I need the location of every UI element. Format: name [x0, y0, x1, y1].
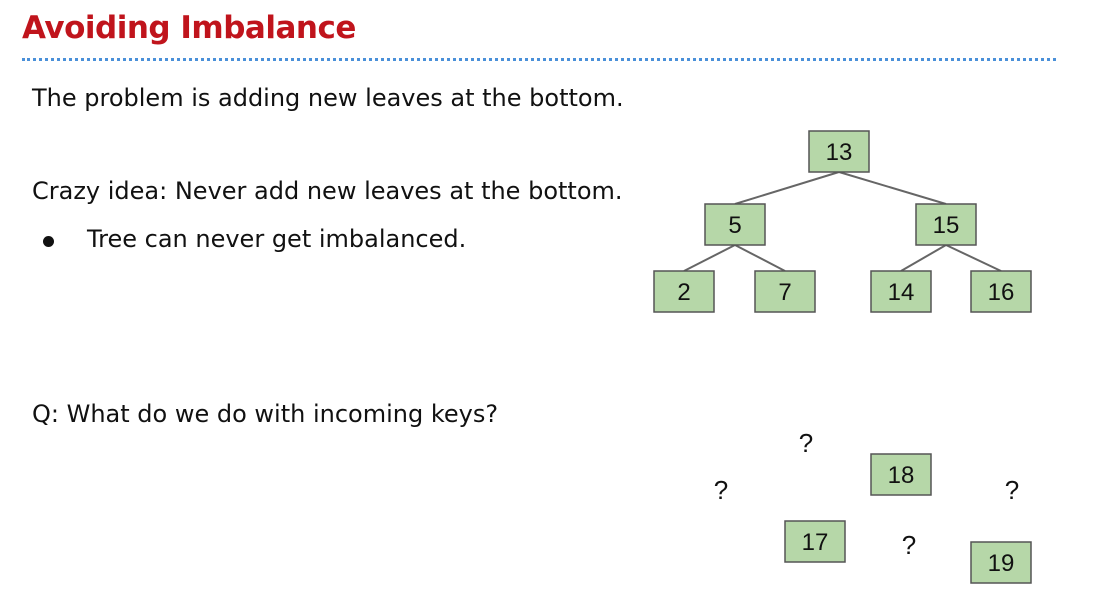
svg-text:2: 2 — [677, 279, 690, 306]
node-right-right: 16 — [970, 270, 1032, 313]
edge-13-5 — [734, 171, 840, 205]
node-root: 13 — [808, 130, 870, 173]
svg-text:13: 13 — [826, 139, 853, 166]
node-right: 15 — [915, 203, 977, 246]
svg-text:7: 7 — [778, 279, 791, 306]
node-left: 5 — [704, 203, 766, 246]
incoming-key-18: 18 — [870, 453, 932, 496]
svg-text:18: 18 — [888, 462, 915, 489]
question-mark: ? — [902, 530, 916, 560]
edge-13-15 — [838, 171, 947, 205]
incoming-key-19: 19 — [970, 541, 1032, 584]
svg-text:16: 16 — [988, 279, 1015, 306]
svg-text:17: 17 — [802, 529, 829, 556]
edge-15-14 — [900, 244, 947, 272]
edge-15-16 — [945, 244, 1002, 272]
question-mark: ? — [1005, 475, 1019, 505]
node-left-left: 2 — [653, 270, 715, 313]
edge-5-2 — [683, 244, 736, 272]
svg-text:14: 14 — [888, 279, 915, 306]
svg-text:15: 15 — [933, 212, 960, 239]
node-right-left: 14 — [870, 270, 932, 313]
edge-5-7 — [734, 244, 786, 272]
svg-text:5: 5 — [728, 212, 741, 239]
svg-text:19: 19 — [988, 550, 1015, 577]
bst-diagram: 13 5 15 2 7 14 16 18 17 19 ? ? ? ? — [653, 130, 1032, 584]
question-mark: ? — [714, 475, 728, 505]
incoming-key-17: 17 — [784, 520, 846, 563]
question-mark: ? — [799, 428, 813, 458]
node-left-right: 7 — [754, 270, 816, 313]
